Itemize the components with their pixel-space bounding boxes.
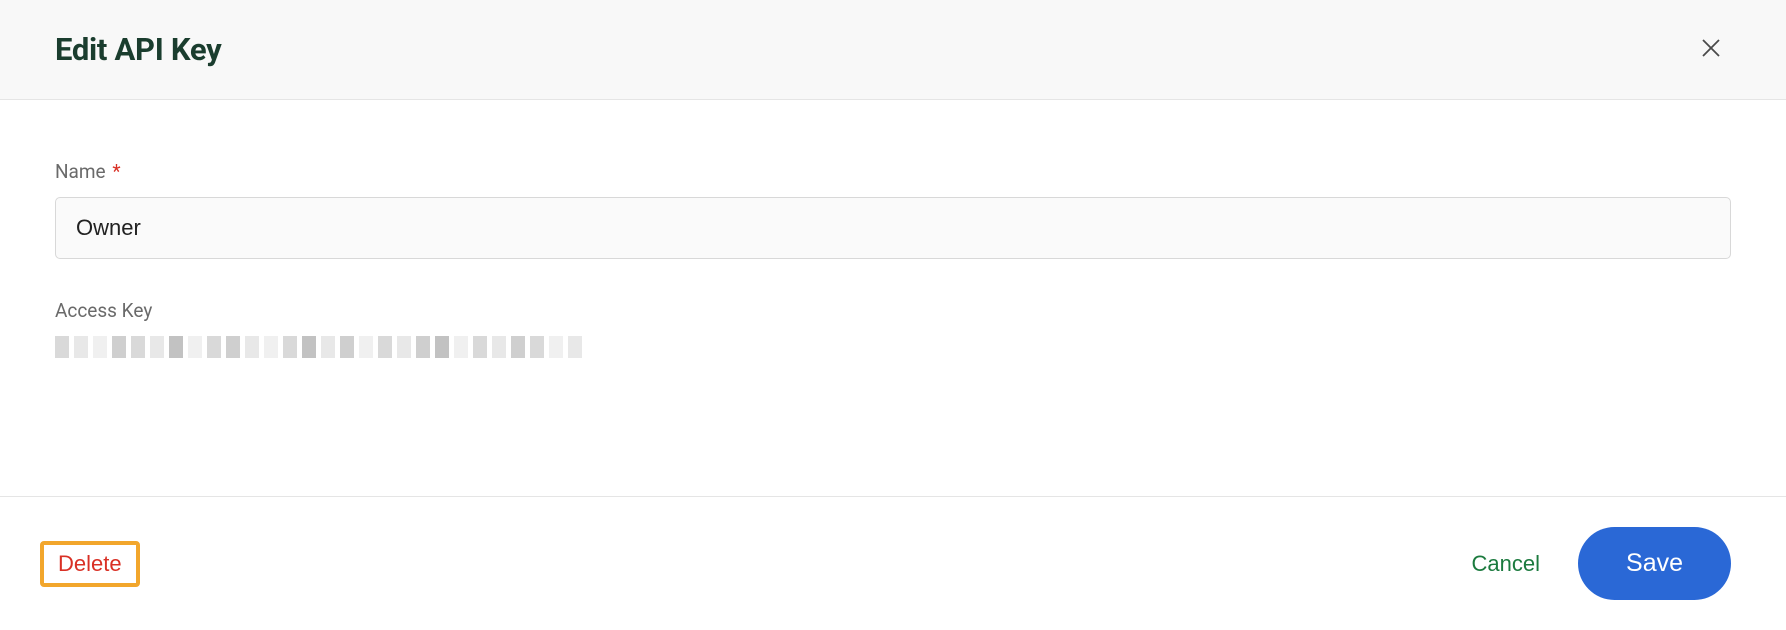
dialog-body: Name * Access Key	[0, 100, 1786, 496]
dialog-title: Edit API Key	[55, 31, 221, 68]
close-icon	[1699, 36, 1723, 63]
dialog-header: Edit API Key	[0, 0, 1786, 100]
name-input[interactable]	[55, 197, 1731, 259]
access-key-label: Access Key	[55, 299, 1731, 322]
name-label-text: Name	[55, 160, 106, 183]
edit-api-key-dialog: Edit API Key Name * Access Key	[0, 0, 1786, 630]
cancel-button[interactable]: Cancel	[1464, 541, 1548, 587]
close-button[interactable]	[1691, 28, 1731, 71]
delete-highlight: Delete	[40, 541, 140, 587]
access-key-value-redacted	[55, 336, 1731, 358]
delete-button[interactable]: Delete	[58, 551, 122, 577]
name-label: Name *	[55, 160, 1731, 183]
dialog-footer: Delete Cancel Save	[0, 496, 1786, 630]
name-field: Name *	[55, 160, 1731, 259]
access-key-field: Access Key	[55, 299, 1731, 358]
required-asterisk: *	[112, 160, 120, 183]
footer-actions: Cancel Save	[1464, 527, 1731, 600]
save-button[interactable]: Save	[1578, 527, 1731, 600]
